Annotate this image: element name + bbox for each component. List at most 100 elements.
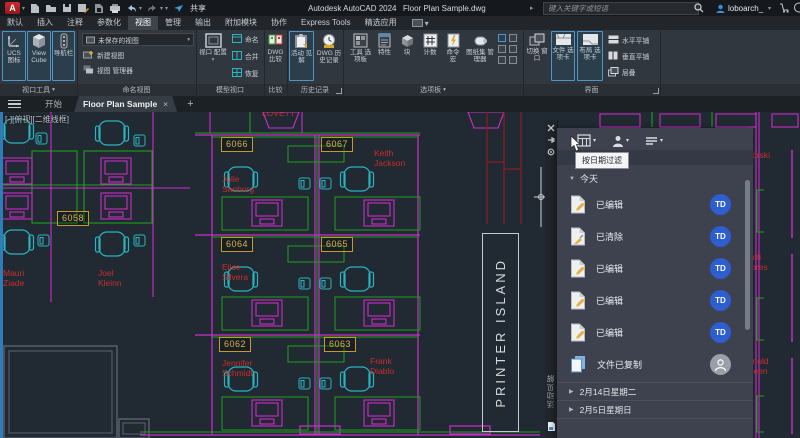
new-file-icon[interactable] (30, 3, 40, 14)
file-tab-menu-icon[interactable] (8, 100, 21, 109)
tab-view[interactable]: 视图 (128, 16, 158, 30)
tile-vertically-button[interactable]: 垂直平铺 (608, 49, 649, 62)
layout-tabs-button[interactable]: 布局 选项卡 (577, 31, 603, 81)
palette-doc-icon[interactable] (547, 421, 556, 432)
tab-collaborate[interactable]: 协作 (264, 16, 294, 30)
plot-printer-icon[interactable] (109, 3, 121, 13)
autocad-logo-icon[interactable]: A (5, 2, 20, 14)
new-drawing-tab-icon[interactable]: + (187, 98, 193, 110)
view-dropdown[interactable]: 未保存的视图 ▾ (82, 33, 194, 46)
filter-by-user-button[interactable]: ▾ (612, 135, 629, 147)
date-section-feb14[interactable]: ▶ 2月14日星期二 (557, 382, 753, 400)
viewport-config-button[interactable]: 视口 配置 ▾ (198, 31, 228, 81)
filter-by-event-button[interactable]: ▾ (645, 136, 663, 146)
start-tab[interactable]: 开始 (39, 98, 68, 110)
avatar-td[interactable]: TD (710, 322, 731, 343)
cascade-button[interactable]: 层叠 (608, 65, 636, 78)
activity-item-edited[interactable]: 已编辑 TD (557, 316, 753, 348)
mini-palette-button[interactable] (498, 34, 506, 42)
panel-label-viewport-tools[interactable]: 视口工具▾ (0, 84, 78, 96)
panel-label-palettes[interactable]: 选项板▾ (343, 84, 524, 96)
avatar-td[interactable]: TD (710, 290, 731, 311)
sheet-set-manager-button[interactable]: 图纸集 管理器 (465, 31, 495, 81)
tab-addins[interactable]: 附加模块 (218, 16, 264, 30)
tab-insert[interactable]: 插入 (30, 16, 60, 30)
cart-icon[interactable] (779, 3, 789, 15)
dialog-launcher-icon[interactable] (336, 88, 342, 94)
dwg-history-button[interactable]: DWG 历史记录 (316, 31, 342, 81)
activity-insights-button[interactable]: 活动 见解 (289, 31, 314, 81)
viewport-restore-button[interactable]: 恢复 (232, 66, 259, 79)
count-button[interactable]: 计数 (419, 31, 441, 81)
navigation-bar-button[interactable]: 导航栏 (52, 31, 75, 81)
mini-palette-button[interactable] (498, 45, 506, 53)
activity-item-purged[interactable]: 已清除 TD (557, 220, 753, 252)
save-as-icon[interactable] (77, 3, 89, 13)
viewport-join-button[interactable]: 合并 (232, 49, 259, 62)
avatar-anonymous[interactable] (710, 354, 731, 375)
dwg-compare-button[interactable]: DWG 比较 (265, 31, 286, 81)
search-icon[interactable] (694, 3, 704, 15)
open-folder-icon[interactable] (45, 3, 57, 13)
properties-button[interactable]: 特性 (374, 31, 395, 81)
occupant-name: Elise Silvera (222, 262, 258, 282)
command-macros-button[interactable]: 命令 宏 (443, 31, 463, 81)
drawing-tab-active[interactable]: Floor Plan Sample × (74, 96, 177, 112)
mini-palette-button[interactable] (509, 56, 517, 64)
activity-item-file-copied[interactable]: 文件已复制 (557, 348, 753, 380)
close-tab-icon[interactable]: × (163, 99, 168, 109)
palette-properties-icon[interactable] (547, 148, 555, 156)
activity-label: 已编辑 (596, 198, 710, 211)
tab-express-tools[interactable]: Express Tools (294, 16, 358, 30)
new-view-button[interactable]: 新建视图 (83, 48, 124, 61)
tab-manage[interactable]: 管理 (158, 16, 188, 30)
avatar-td[interactable]: TD (710, 226, 731, 247)
activity-item-edited[interactable]: 已编辑 TD (557, 284, 753, 316)
dialog-launcher-icon[interactable] (653, 88, 659, 94)
user-dropdown-icon[interactable]: ▾ (768, 5, 771, 12)
view-manager-button[interactable]: 视图 管理器 (83, 63, 133, 76)
mini-palette-button[interactable] (509, 45, 517, 53)
help-icon[interactable] (793, 2, 800, 15)
user-account[interactable]: loboarch_ (716, 4, 763, 13)
switch-windows-button[interactable]: 切换 窗口 (525, 31, 549, 81)
avatar-td[interactable]: TD (710, 258, 731, 279)
room-tag-6058: 6058 (57, 211, 89, 226)
tab-parametric[interactable]: 参数化 (90, 16, 128, 30)
file-tabs-button[interactable]: 文件 选项卡 (551, 31, 575, 81)
activity-item-edited[interactable]: 已编辑 TD (557, 188, 753, 220)
export-icon[interactable] (94, 3, 104, 14)
date-section-feb5[interactable]: ▶ 2月5日星期日 (557, 400, 753, 418)
blocks-button[interactable]: 块 (397, 31, 417, 81)
auto-hide-pin-icon[interactable] (547, 136, 555, 144)
tab-default[interactable]: 默认 (0, 16, 30, 30)
tool-palettes-button[interactable]: 工具 选项板 (349, 31, 372, 81)
share-label[interactable]: 共享 (190, 3, 206, 14)
close-palette-icon[interactable] (547, 124, 555, 132)
panel-scrollbar[interactable] (745, 180, 750, 330)
ucs-icon-button[interactable]: UCS 图标 (2, 31, 26, 81)
save-icon[interactable] (62, 3, 72, 13)
search-input[interactable]: 键入关键字或短语 (543, 2, 699, 15)
share-plane-icon[interactable] (173, 4, 184, 13)
today-section-header[interactable]: ▼ 今天 (569, 172, 598, 185)
redo-dropdown-icon[interactable]: ▾ (160, 5, 163, 12)
mini-palette-button[interactable] (509, 34, 517, 42)
viewcube-button[interactable]: View Cube (27, 31, 51, 81)
tab-featured-apps[interactable]: 精选应用 (358, 16, 404, 30)
search-expander-icon[interactable]: ▸ (530, 4, 534, 12)
undo-dropdown-icon[interactable]: ▾ (139, 5, 142, 12)
tile-horizontally-button[interactable]: 水平平铺 (608, 33, 649, 46)
qat-dropdown-icon[interactable]: ▾ (165, 5, 168, 12)
logo-dropdown-icon[interactable]: ▾ (22, 5, 25, 12)
activity-item-edited[interactable]: 已编辑 TD (557, 252, 753, 284)
undo-icon[interactable] (126, 4, 137, 13)
ribbon-display-toggle[interactable]: ▾ (412, 19, 429, 28)
viewport-named-button[interactable]: 命名 (232, 32, 259, 45)
avatar-td[interactable]: TD (710, 194, 731, 215)
tab-output[interactable]: 输出 (188, 16, 218, 30)
viewport-controls[interactable]: [-][俯视][二维线框] (5, 114, 69, 125)
redo-icon[interactable] (147, 4, 158, 13)
tab-annotate[interactable]: 注释 (60, 16, 90, 30)
mini-palette-button[interactable] (498, 56, 506, 64)
